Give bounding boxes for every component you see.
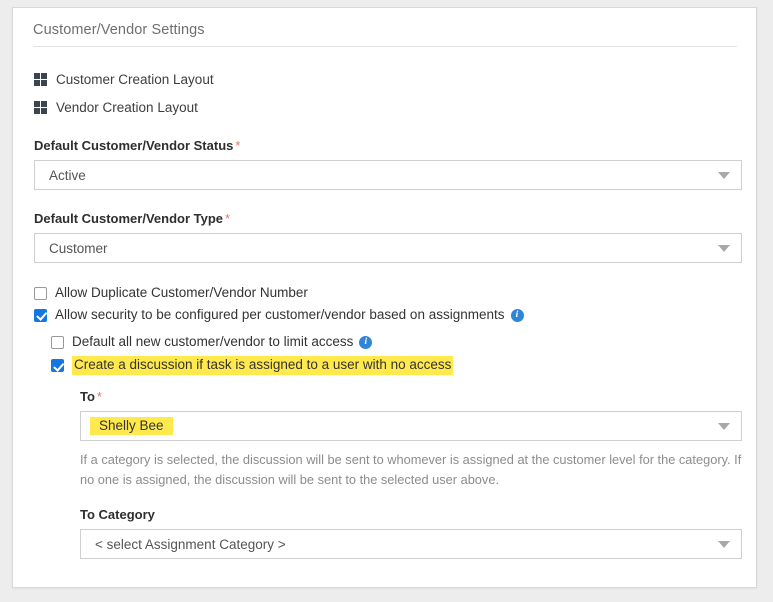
default-type-select[interactable]: Customer bbox=[34, 233, 742, 263]
to-help-text: If a category is selected, the discussio… bbox=[80, 452, 742, 487]
to-value: Shelly Bee bbox=[90, 416, 173, 436]
to-category-label: To Category bbox=[80, 507, 155, 522]
default-status-label: Default Customer/Vendor Status * bbox=[34, 138, 742, 153]
chevron-down-icon[interactable] bbox=[718, 423, 730, 430]
to-label: To * bbox=[80, 389, 742, 404]
default-status-label-text: Default Customer/Vendor Status bbox=[34, 138, 234, 153]
allow-security-checkbox[interactable] bbox=[34, 308, 47, 322]
create-discussion-row[interactable]: Create a discussion if task is assigned … bbox=[51, 356, 742, 375]
customer-creation-layout-link[interactable]: Customer Creation Layout bbox=[34, 70, 742, 89]
to-category-field-group: To Category < select Assignment Category… bbox=[80, 507, 742, 559]
to-select[interactable]: Shelly Bee bbox=[80, 411, 742, 441]
default-limit-access-row[interactable]: Default all new customer/vendor to limit… bbox=[51, 334, 742, 350]
allow-duplicate-row[interactable]: Allow Duplicate Customer/Vendor Number bbox=[34, 285, 742, 301]
page-title: Customer/Vendor Settings bbox=[33, 22, 205, 38]
title-divider bbox=[33, 46, 737, 47]
required-asterisk: * bbox=[225, 211, 231, 226]
settings-card: Customer/Vendor Settings Customer Creati… bbox=[12, 7, 757, 588]
create-discussion-label: Create a discussion if task is assigned … bbox=[72, 356, 454, 375]
allow-duplicate-checkbox[interactable] bbox=[34, 286, 47, 300]
default-type-label-text: Default Customer/Vendor Type bbox=[34, 211, 224, 226]
default-status-value: Active bbox=[49, 167, 86, 183]
vendor-creation-layout-label: Vendor Creation Layout bbox=[56, 100, 198, 115]
default-status-select[interactable]: Active bbox=[34, 160, 742, 190]
default-type-value: Customer bbox=[49, 240, 108, 256]
allow-duplicate-label: Allow Duplicate Customer/Vendor Number bbox=[55, 285, 308, 300]
to-field-group: To * Shelly Bee If a category is selected… bbox=[80, 389, 742, 490]
to-label-text: To bbox=[80, 389, 95, 404]
settings-content: Customer Creation Layout Vendor Creation… bbox=[34, 61, 742, 559]
vendor-creation-layout-link[interactable]: Vendor Creation Layout bbox=[34, 98, 742, 117]
default-status-field-group: Default Customer/Vendor Status * Active bbox=[34, 138, 742, 190]
default-limit-access-label: Default all new customer/vendor to limit… bbox=[72, 334, 354, 349]
chevron-down-icon[interactable] bbox=[718, 172, 730, 179]
chevron-down-icon[interactable] bbox=[718, 541, 730, 548]
required-asterisk: * bbox=[96, 389, 102, 404]
default-limit-access-checkbox[interactable] bbox=[51, 335, 64, 349]
default-type-field-group: Default Customer/Vendor Type * Customer bbox=[34, 211, 742, 263]
allow-security-label: Allow security to be configured per cust… bbox=[55, 307, 505, 322]
default-type-label: Default Customer/Vendor Type * bbox=[34, 211, 742, 226]
chevron-down-icon[interactable] bbox=[718, 245, 730, 252]
to-category-value: < select Assignment Category > bbox=[95, 536, 286, 552]
grid-icon bbox=[34, 101, 47, 114]
grid-icon bbox=[34, 73, 47, 86]
allow-security-row[interactable]: Allow security to be configured per cust… bbox=[34, 307, 742, 323]
required-asterisk: * bbox=[235, 138, 241, 153]
customer-creation-layout-label: Customer Creation Layout bbox=[56, 72, 214, 87]
create-discussion-checkbox[interactable] bbox=[51, 359, 64, 372]
info-icon[interactable]: i bbox=[359, 335, 373, 349]
info-icon[interactable]: i bbox=[510, 308, 524, 322]
to-category-select[interactable]: < select Assignment Category > bbox=[80, 529, 742, 559]
